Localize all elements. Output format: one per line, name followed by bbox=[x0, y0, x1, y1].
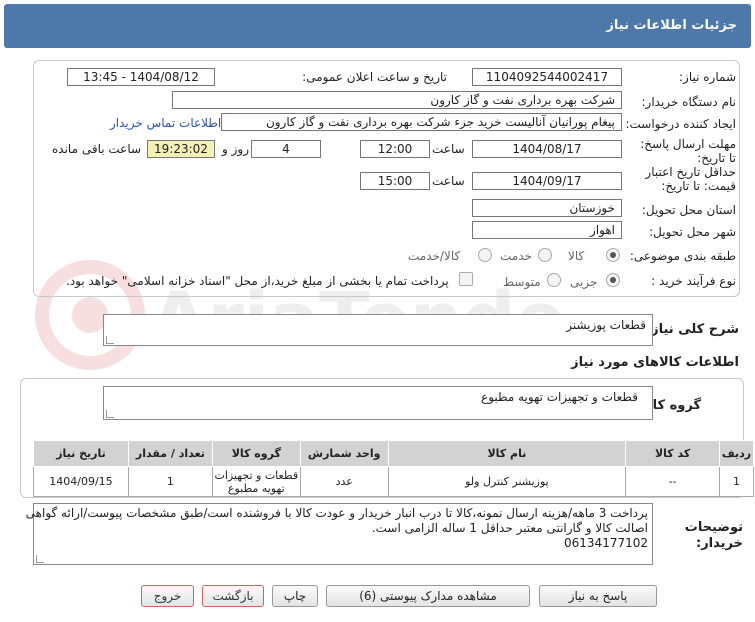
category-label: طبقه بندی موضوعی: bbox=[629, 249, 736, 263]
col-row-header: ردیف bbox=[719, 440, 754, 467]
remaining-days-field: 4 bbox=[251, 140, 321, 158]
validity-date-field: 1404/09/17 bbox=[472, 172, 622, 190]
cell-date: 1404/09/15 bbox=[33, 466, 129, 497]
process-minor-label: جزیی bbox=[570, 275, 598, 289]
page-header: جزئیات اطلاعات نیاز bbox=[4, 4, 751, 48]
treasury-payment-text: پرداخت تمام یا بخشی از مبلغ خرید،از محل … bbox=[66, 274, 449, 288]
print-button[interactable]: چاپ bbox=[272, 585, 318, 607]
exit-button[interactable]: خروج bbox=[141, 585, 194, 607]
announce-date-label: تاریخ و ساعت اعلان عمومی: bbox=[302, 70, 447, 84]
summary-label: شرح کلی نیاز: bbox=[645, 322, 739, 337]
city-label: شهر محل تحویل: bbox=[649, 225, 736, 239]
validity-time-label: ساعت bbox=[432, 174, 465, 188]
category-goods-radio[interactable] bbox=[606, 248, 620, 262]
col-unit-header: واحد شمارش bbox=[299, 440, 389, 467]
items-table-wrapper: ردیف کد کالا نام کالا واحد شمارش گروه کا… bbox=[33, 440, 754, 497]
deadline-label: مهلت ارسال پاسخ: تا تاریخ: bbox=[640, 137, 736, 165]
process-medium-radio[interactable] bbox=[547, 273, 561, 287]
creator-field: پیغام پورانیان آنالیست خرید جزء شرکت بهر… bbox=[221, 113, 622, 131]
buyer-org-field: شرکت بهره برداری نفت و گاز کارون bbox=[172, 91, 622, 109]
buyer-org-label: نام دستگاه خریدار: bbox=[641, 95, 737, 109]
buyer-notes-textarea[interactable]: پرداخت 3 ماهه/هزینه ارسال نمونه،کالا تا … bbox=[25, 503, 653, 565]
treasury-payment-checkbox[interactable] bbox=[459, 272, 473, 286]
process-minor-radio[interactable] bbox=[606, 273, 620, 287]
back-button[interactable]: بازگشت bbox=[202, 585, 264, 607]
table-header-row: ردیف کد کالا نام کالا واحد شمارش گروه کا… bbox=[33, 440, 754, 467]
city-field: اهواز bbox=[472, 221, 622, 239]
buyer-notes-line-2: اصالت کالا و گارانتی معتبر حداقل 1 ساله … bbox=[371, 521, 648, 535]
deadline-time-field: 12:00 bbox=[360, 140, 430, 158]
creator-label: ایجاد کننده درخواست: bbox=[625, 117, 736, 131]
process-label: نوع فرآیند خرید : bbox=[651, 274, 736, 288]
page-title: جزئیات اطلاعات نیاز bbox=[606, 18, 737, 33]
buyer-notes-line-3: 06134177102 bbox=[564, 536, 648, 550]
category-service-label: خدمت bbox=[500, 249, 532, 263]
validity-label: حداقل تاریخ اعتبار قیمت: تا تاریخ: bbox=[645, 165, 736, 193]
view-attachments-button[interactable]: مشاهده مدارک پیوستی (6) bbox=[326, 585, 530, 607]
col-qty-header: تعداد / مقدار bbox=[127, 440, 213, 467]
announce-date-field: 1404/08/12 - 13:45 bbox=[67, 68, 215, 86]
validity-time-field: 15:00 bbox=[360, 172, 430, 190]
col-group-header: گروه کالا bbox=[211, 440, 301, 467]
remaining-time-field: 19:23:02 bbox=[147, 140, 215, 158]
province-label: استان محل تحویل: bbox=[641, 203, 736, 217]
need-number-field: 1104092544002417 bbox=[472, 68, 622, 86]
province-field: خوزستان bbox=[472, 199, 622, 217]
deadline-time-label: ساعت bbox=[432, 142, 465, 156]
process-medium-label: متوسط bbox=[503, 275, 541, 289]
cell-group: قطعات و تجهیزات تهویه مطبوع bbox=[211, 466, 301, 497]
product-group-text: قطعات و تجهیزات تهویه مطبوع bbox=[481, 390, 638, 404]
col-name-header: نام کالا bbox=[387, 440, 627, 467]
table-row: 1 -- پوزیشنر کنترل ولو عدد قطعات و تجهیز… bbox=[33, 466, 754, 497]
cell-name: پوزیشنر کنترل ولو bbox=[387, 466, 627, 497]
days-label: روز و bbox=[222, 142, 249, 156]
buyer-notes-label: توضیحات خریدار: bbox=[684, 520, 743, 551]
deadline-date-field: 1404/08/17 bbox=[472, 140, 622, 158]
need-number-label: شماره نیاز: bbox=[679, 70, 736, 84]
cell-unit: عدد bbox=[299, 466, 389, 497]
cell-row: 1 bbox=[719, 466, 754, 497]
resize-handle-icon[interactable] bbox=[106, 410, 114, 418]
category-goods-label: کالا bbox=[568, 249, 585, 263]
summary-textarea[interactable]: قطعات پوزیشنر bbox=[103, 314, 653, 346]
buyer-contact-link[interactable]: اطلاعات تماس خریدار bbox=[110, 116, 221, 130]
buyer-notes-line-1: پرداخت 3 ماهه/هزینه ارسال نمونه،کالا تا … bbox=[25, 506, 648, 520]
resize-handle-icon[interactable] bbox=[106, 336, 114, 344]
resize-handle-icon[interactable] bbox=[36, 555, 44, 563]
col-code-header: کد کالا bbox=[625, 440, 721, 467]
category-both-radio[interactable] bbox=[478, 248, 492, 262]
items-table: ردیف کد کالا نام کالا واحد شمارش گروه کا… bbox=[33, 440, 754, 497]
summary-text: قطعات پوزیشنر bbox=[566, 318, 646, 332]
cell-code: -- bbox=[625, 466, 721, 497]
reply-button[interactable]: پاسخ به نیاز bbox=[539, 585, 657, 607]
col-date-header: تاریخ نیاز bbox=[33, 440, 129, 467]
product-group-textarea[interactable]: قطعات و تجهیزات تهویه مطبوع bbox=[103, 386, 653, 420]
category-both-label: کالا/خدمت bbox=[408, 249, 461, 263]
items-section-title: اطلاعات کالاهای مورد نیاز bbox=[571, 355, 739, 370]
cell-qty: 1 bbox=[127, 466, 213, 497]
category-service-radio[interactable] bbox=[538, 248, 552, 262]
remaining-label: ساعت باقی مانده bbox=[52, 142, 142, 156]
